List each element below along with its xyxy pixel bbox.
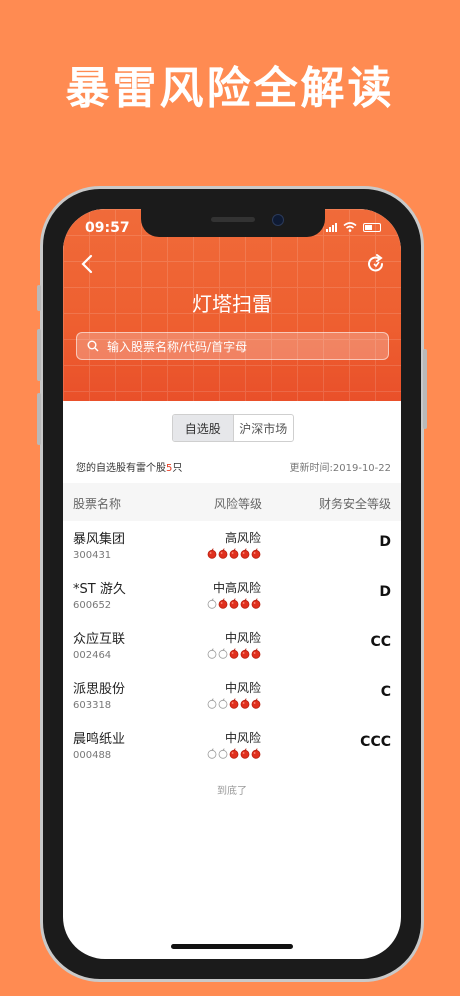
volume-up-button bbox=[37, 329, 41, 381]
stock-name: 晨鸣纸业 bbox=[73, 732, 126, 747]
mine-icon bbox=[251, 598, 261, 609]
financial-grade: C bbox=[380, 684, 391, 700]
col-risk-level: 风险等级 bbox=[214, 497, 263, 511]
risk-level: 高风险 bbox=[224, 531, 261, 545]
list-end-text: 到底了 bbox=[217, 786, 247, 797]
refresh-icon[interactable] bbox=[365, 253, 387, 275]
front-camera bbox=[272, 214, 284, 226]
mine-icon bbox=[229, 748, 239, 759]
risk-level: 中风险 bbox=[224, 681, 261, 695]
wifi-icon bbox=[343, 222, 357, 232]
table-row[interactable]: 暴风集团 300431 高风险 D bbox=[63, 521, 401, 571]
mine-icon bbox=[207, 648, 217, 659]
phone-frame: 09:57 灯塔扫雷 输入股票名称/代码/首字母 自选股 沪深市场 您的自选股有… bbox=[37, 186, 427, 982]
mine-count-text: 您的自选股有雷个股5只 bbox=[76, 463, 183, 474]
mine-icon bbox=[251, 748, 261, 759]
mine-icon bbox=[251, 648, 261, 659]
mine-icon bbox=[218, 648, 228, 659]
mine-rating bbox=[207, 548, 261, 559]
financial-grade: CC bbox=[370, 634, 391, 650]
mine-icon bbox=[207, 548, 217, 559]
stock-name: *ST 游久 bbox=[73, 582, 126, 597]
mine-icon bbox=[240, 648, 250, 659]
mine-icon bbox=[218, 548, 228, 559]
tab-watchlist[interactable]: 自选股 bbox=[173, 415, 234, 441]
stock-name: 暴风集团 bbox=[73, 532, 126, 547]
mine-icon bbox=[251, 698, 261, 709]
table-row[interactable]: 派思股份 603318 中风险 C bbox=[63, 671, 401, 721]
mine-rating bbox=[207, 598, 261, 609]
search-icon bbox=[87, 340, 99, 352]
table-header: 股票名称 风险等级 财务安全等级 bbox=[63, 483, 401, 521]
mine-icon bbox=[229, 698, 239, 709]
mine-rating bbox=[207, 648, 261, 659]
home-indicator[interactable] bbox=[171, 944, 293, 949]
app-screen: 09:57 灯塔扫雷 输入股票名称/代码/首字母 自选股 沪深市场 您的自选股有… bbox=[63, 209, 401, 959]
tab-hs-market[interactable]: 沪深市场 bbox=[234, 415, 294, 441]
risk-level: 中高风险 bbox=[212, 581, 261, 595]
mine-icon bbox=[240, 748, 250, 759]
mine-icon bbox=[218, 748, 228, 759]
financial-grade: D bbox=[379, 584, 391, 600]
mine-icon bbox=[229, 548, 239, 559]
stock-code: 000488 bbox=[73, 750, 112, 761]
stock-code: 300431 bbox=[73, 550, 112, 561]
mine-icon bbox=[240, 598, 250, 609]
mine-icon bbox=[207, 698, 217, 709]
promo-headline: 暴雷风险全解读 bbox=[65, 63, 395, 114]
info-bar: 您的自选股有雷个股5只 更新时间:2019-10-22 bbox=[76, 459, 391, 474]
notch bbox=[141, 209, 325, 237]
stock-name: 派思股份 bbox=[73, 682, 126, 697]
mine-icon bbox=[251, 548, 261, 559]
page-title: 灯塔扫雷 bbox=[192, 292, 272, 316]
battery-icon bbox=[363, 222, 381, 232]
power-button bbox=[423, 349, 427, 429]
search-placeholder: 输入股票名称/代码/首字母 bbox=[107, 339, 248, 354]
mine-icon bbox=[207, 748, 217, 759]
stock-code: 603318 bbox=[73, 700, 112, 711]
mine-icon bbox=[218, 598, 228, 609]
stock-code: 002464 bbox=[73, 650, 112, 661]
table-row[interactable]: *ST 游久 600652 中高风险 D bbox=[63, 571, 401, 621]
status-icons bbox=[326, 222, 381, 232]
table-row[interactable]: 众应互联 002464 中风险 CC bbox=[63, 621, 401, 671]
status-time: 09:57 bbox=[85, 220, 130, 236]
table-row[interactable]: 晨鸣纸业 000488 中风险 CCC bbox=[63, 721, 401, 771]
market-segmented-control: 自选股 沪深市场 bbox=[172, 414, 294, 442]
back-arrow-icon[interactable] bbox=[77, 253, 99, 275]
mine-icon bbox=[218, 698, 228, 709]
risk-level: 中风险 bbox=[224, 631, 261, 645]
stock-code: 600652 bbox=[73, 600, 112, 611]
risk-level: 中风险 bbox=[224, 731, 261, 745]
mine-icon bbox=[229, 598, 239, 609]
financial-grade: CCC bbox=[360, 734, 391, 750]
mine-rating bbox=[207, 748, 261, 759]
col-stock-name: 股票名称 bbox=[73, 497, 122, 511]
search-input[interactable]: 输入股票名称/代码/首字母 bbox=[76, 332, 389, 360]
mine-icon bbox=[207, 598, 217, 609]
col-financial-grade: 财务安全等级 bbox=[318, 497, 391, 511]
mine-rating bbox=[207, 698, 261, 709]
financial-grade: D bbox=[379, 534, 391, 550]
volume-down-button bbox=[37, 393, 41, 445]
mute-switch bbox=[37, 285, 41, 311]
update-time: 更新时间:2019-10-22 bbox=[289, 463, 391, 474]
mine-icon bbox=[229, 648, 239, 659]
stock-name: 众应互联 bbox=[73, 632, 126, 647]
mine-icon bbox=[240, 698, 250, 709]
mine-icon bbox=[240, 548, 250, 559]
signal-icon bbox=[326, 222, 337, 232]
